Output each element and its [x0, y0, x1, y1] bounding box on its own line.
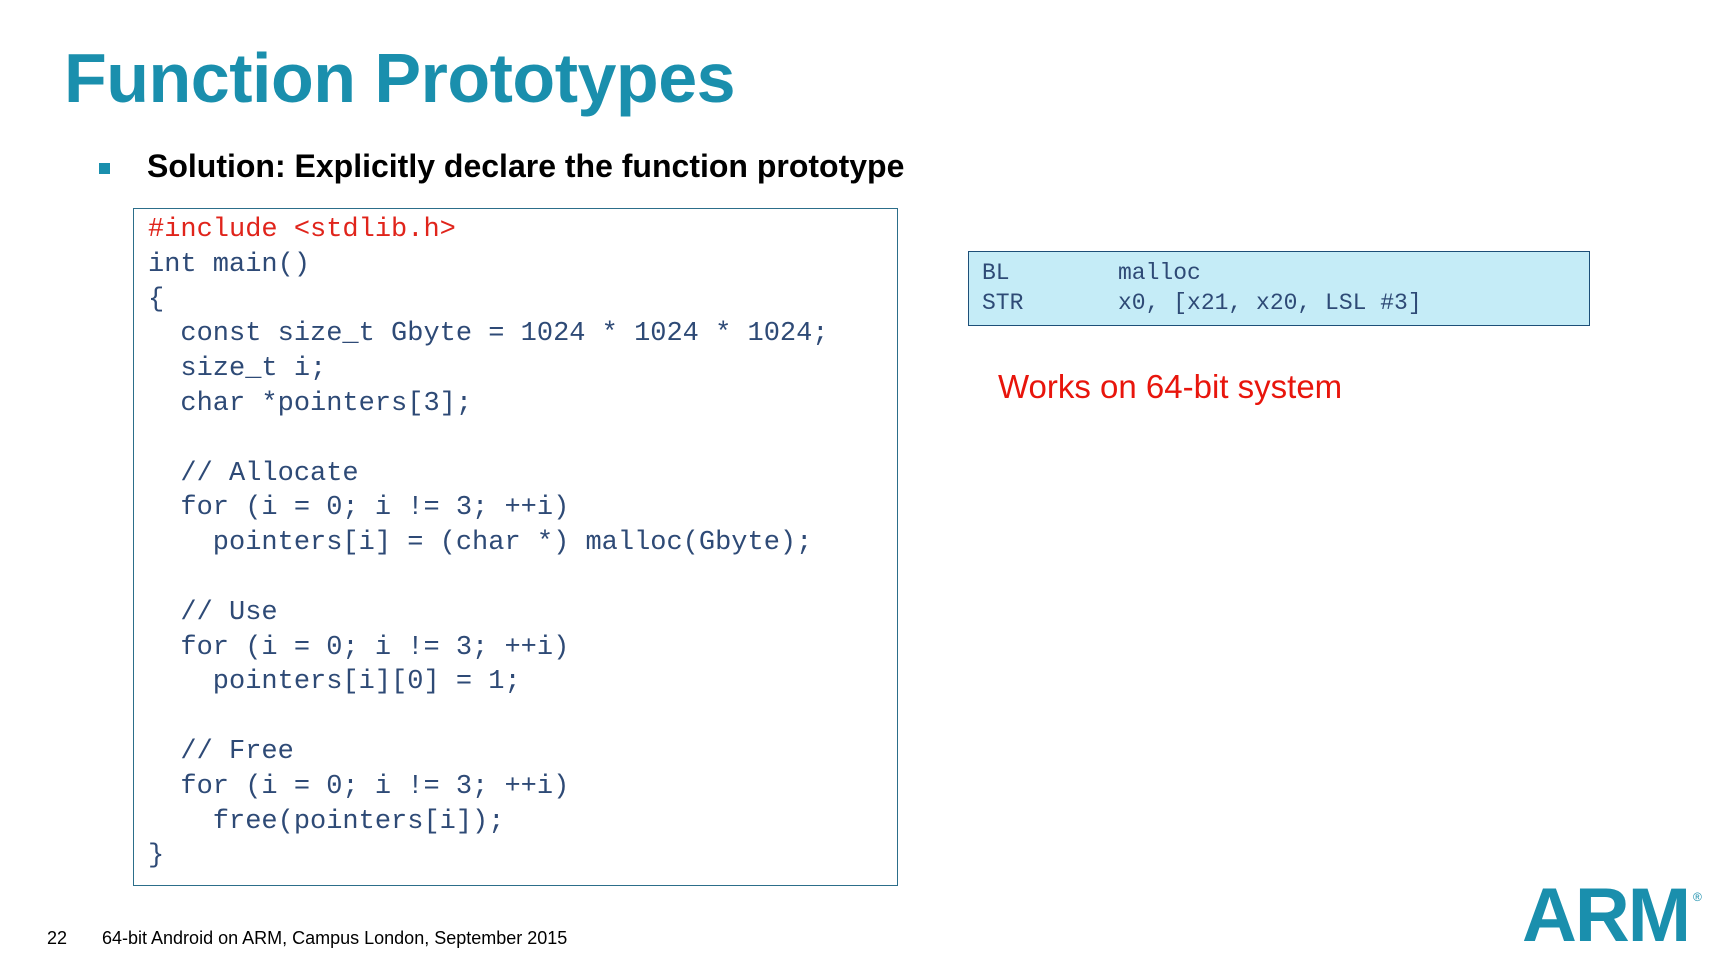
code-line: const size_t Gbyte = 1024 * 1024 * 1024; — [148, 319, 829, 350]
result-note: Works on 64-bit system — [998, 368, 1343, 405]
bullet-square-icon — [99, 163, 110, 174]
code-listing: #include <stdlib.h> int main() { const siz… — [148, 213, 829, 874]
arm-logo: ARM — [1522, 873, 1691, 958]
code-line: for (i = 0; i != 3; ++i) — [148, 771, 570, 802]
code-line: // Allocate — [148, 458, 359, 489]
code-line: // Free — [148, 736, 294, 767]
code-line: free(pointers[i]); — [148, 806, 505, 837]
assembly-row: STR x0, [x21, x20, LSL #3] — [982, 290, 1422, 316]
asm-opcode: BL — [982, 260, 1010, 286]
code-line: #include <stdlib.h> — [148, 215, 456, 245]
code-line: // Use — [148, 597, 278, 628]
registered-mark: ® — [1693, 890, 1702, 904]
asm-operands: malloc — [1118, 260, 1201, 286]
bullet-text: Solution: Explicitly declare the functio… — [147, 148, 905, 184]
code-block: #include <stdlib.h> int main() { const siz… — [133, 208, 898, 886]
page-number: 22 — [47, 928, 68, 948]
code-line: char *pointers[3]; — [148, 388, 473, 419]
code-line: pointers[i] = (char *) malloc(Gbyte); — [148, 528, 813, 559]
asm-operands: x0, [x21, x20, LSL #3] — [1118, 290, 1422, 316]
code-line: size_t i; — [148, 354, 327, 385]
code-line: int main() — [148, 249, 311, 280]
footer-text: 64-bit Android on ARM, Campus London, Se… — [102, 928, 568, 948]
assembly-block: BL malloc STR x0, [x21, x20, LSL #3] — [968, 251, 1590, 326]
code-line: pointers[i][0] = 1; — [148, 667, 521, 698]
code-line: for (i = 0; i != 3; ++i) — [148, 632, 570, 663]
assembly-row: BL malloc — [982, 260, 1201, 286]
code-line: } — [148, 841, 165, 872]
asm-opcode: STR — [982, 290, 1024, 316]
code-line: { — [148, 284, 165, 315]
slide-title: Function Prototypes — [64, 39, 736, 117]
code-line: for (i = 0; i != 3; ++i) — [148, 493, 570, 524]
